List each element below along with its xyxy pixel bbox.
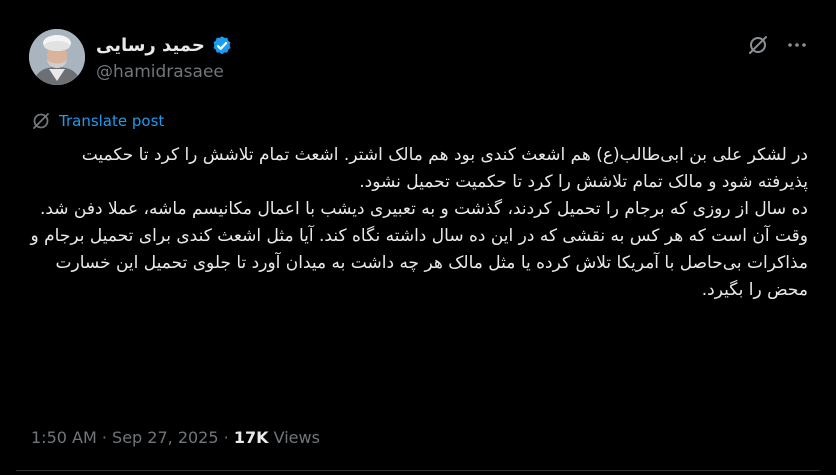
post-card: حمید رسایی @hamidrasaee Translate post د… [0, 0, 836, 475]
post-text: در لشکر علی بن ابی‌طالب(ع) هم اشعث کندی … [30, 142, 808, 304]
post-date[interactable]: Sep 27, 2025 [112, 428, 219, 447]
post-meta: 1:50 AM · Sep 27, 2025 · 17K Views [31, 427, 320, 449]
verified-badge-icon [213, 36, 231, 55]
more-options-icon[interactable] [785, 33, 809, 57]
translate-icon [33, 113, 49, 129]
meta-separator: · [101, 428, 107, 447]
post-time[interactable]: 1:50 AM [31, 428, 97, 447]
divider [16, 470, 820, 471]
post-paragraph: در لشکر علی بن ابی‌طالب(ع) هم اشعث کندی … [81, 145, 808, 192]
author-row: حمید رسایی [96, 33, 233, 59]
meta-separator: · [223, 428, 229, 447]
views-label: Views [273, 428, 320, 447]
translate-post-link[interactable]: Translate post [31, 111, 164, 131]
post-paragraph: وقت آن است که هر کس به نقشی که در این ده… [30, 226, 808, 300]
translate-post-label: Translate post [59, 112, 165, 130]
post-paragraph: ده سال از روزی که برجام را تحمیل کردند، … [39, 199, 808, 219]
author-display-name[interactable]: حمید رسایی [96, 33, 205, 59]
avatar-image [29, 29, 85, 85]
avatar[interactable] [29, 29, 85, 85]
author-handle[interactable]: @hamidrasaee [96, 61, 224, 83]
views-count: 17K [233, 428, 269, 447]
grok-icon[interactable] [746, 33, 770, 57]
